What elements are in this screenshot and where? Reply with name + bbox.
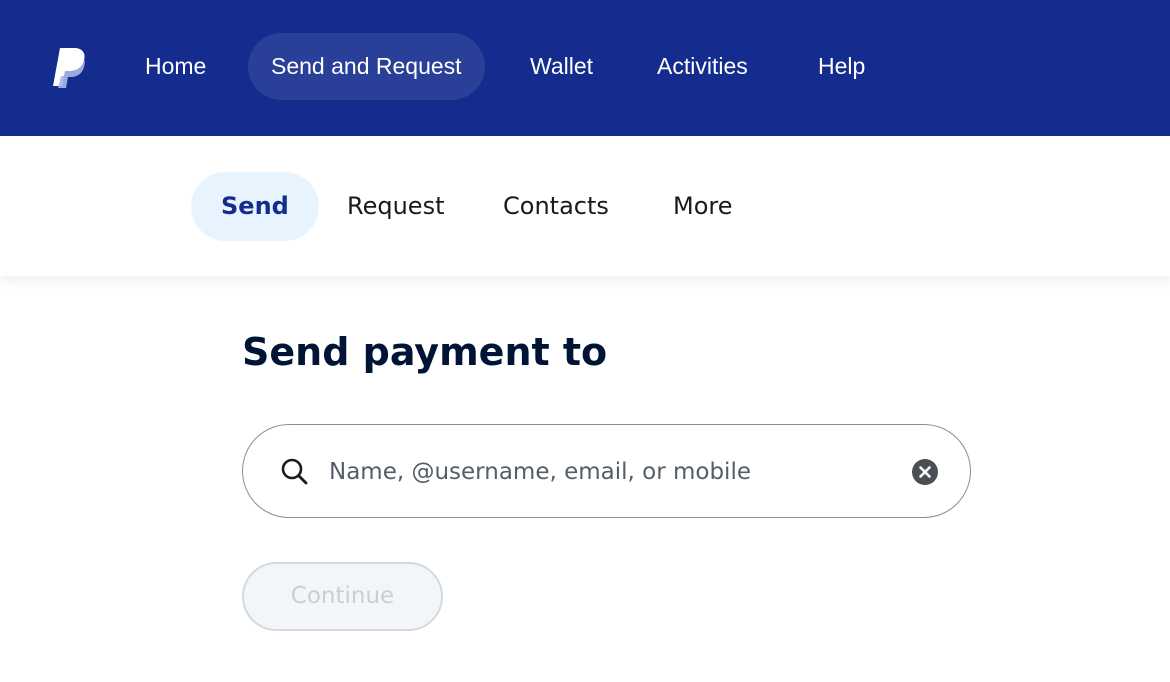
search-icon xyxy=(281,458,308,485)
recipient-search-box[interactable] xyxy=(242,424,971,518)
nav-home[interactable]: Home xyxy=(145,33,206,100)
nav-wallet[interactable]: Wallet xyxy=(530,33,593,100)
nav-send-and-request[interactable]: Send and Request xyxy=(248,33,485,100)
tab-send[interactable]: Send xyxy=(191,172,319,241)
top-navigation-bar: Home Send and Request Wallet Activities … xyxy=(0,0,1170,136)
paypal-logo-icon[interactable] xyxy=(50,46,86,90)
sub-navigation: Send Request Contacts More xyxy=(0,136,1170,276)
page-title: Send payment to xyxy=(242,330,608,374)
tab-request[interactable]: Request xyxy=(347,172,445,241)
continue-button[interactable]: Continue xyxy=(242,562,443,631)
recipient-search-input[interactable] xyxy=(329,447,889,497)
nav-activities[interactable]: Activities xyxy=(657,33,748,100)
tab-contacts[interactable]: Contacts xyxy=(503,172,609,241)
tab-more[interactable]: More xyxy=(673,172,733,241)
nav-help[interactable]: Help xyxy=(818,33,865,100)
clear-icon[interactable] xyxy=(911,458,939,486)
